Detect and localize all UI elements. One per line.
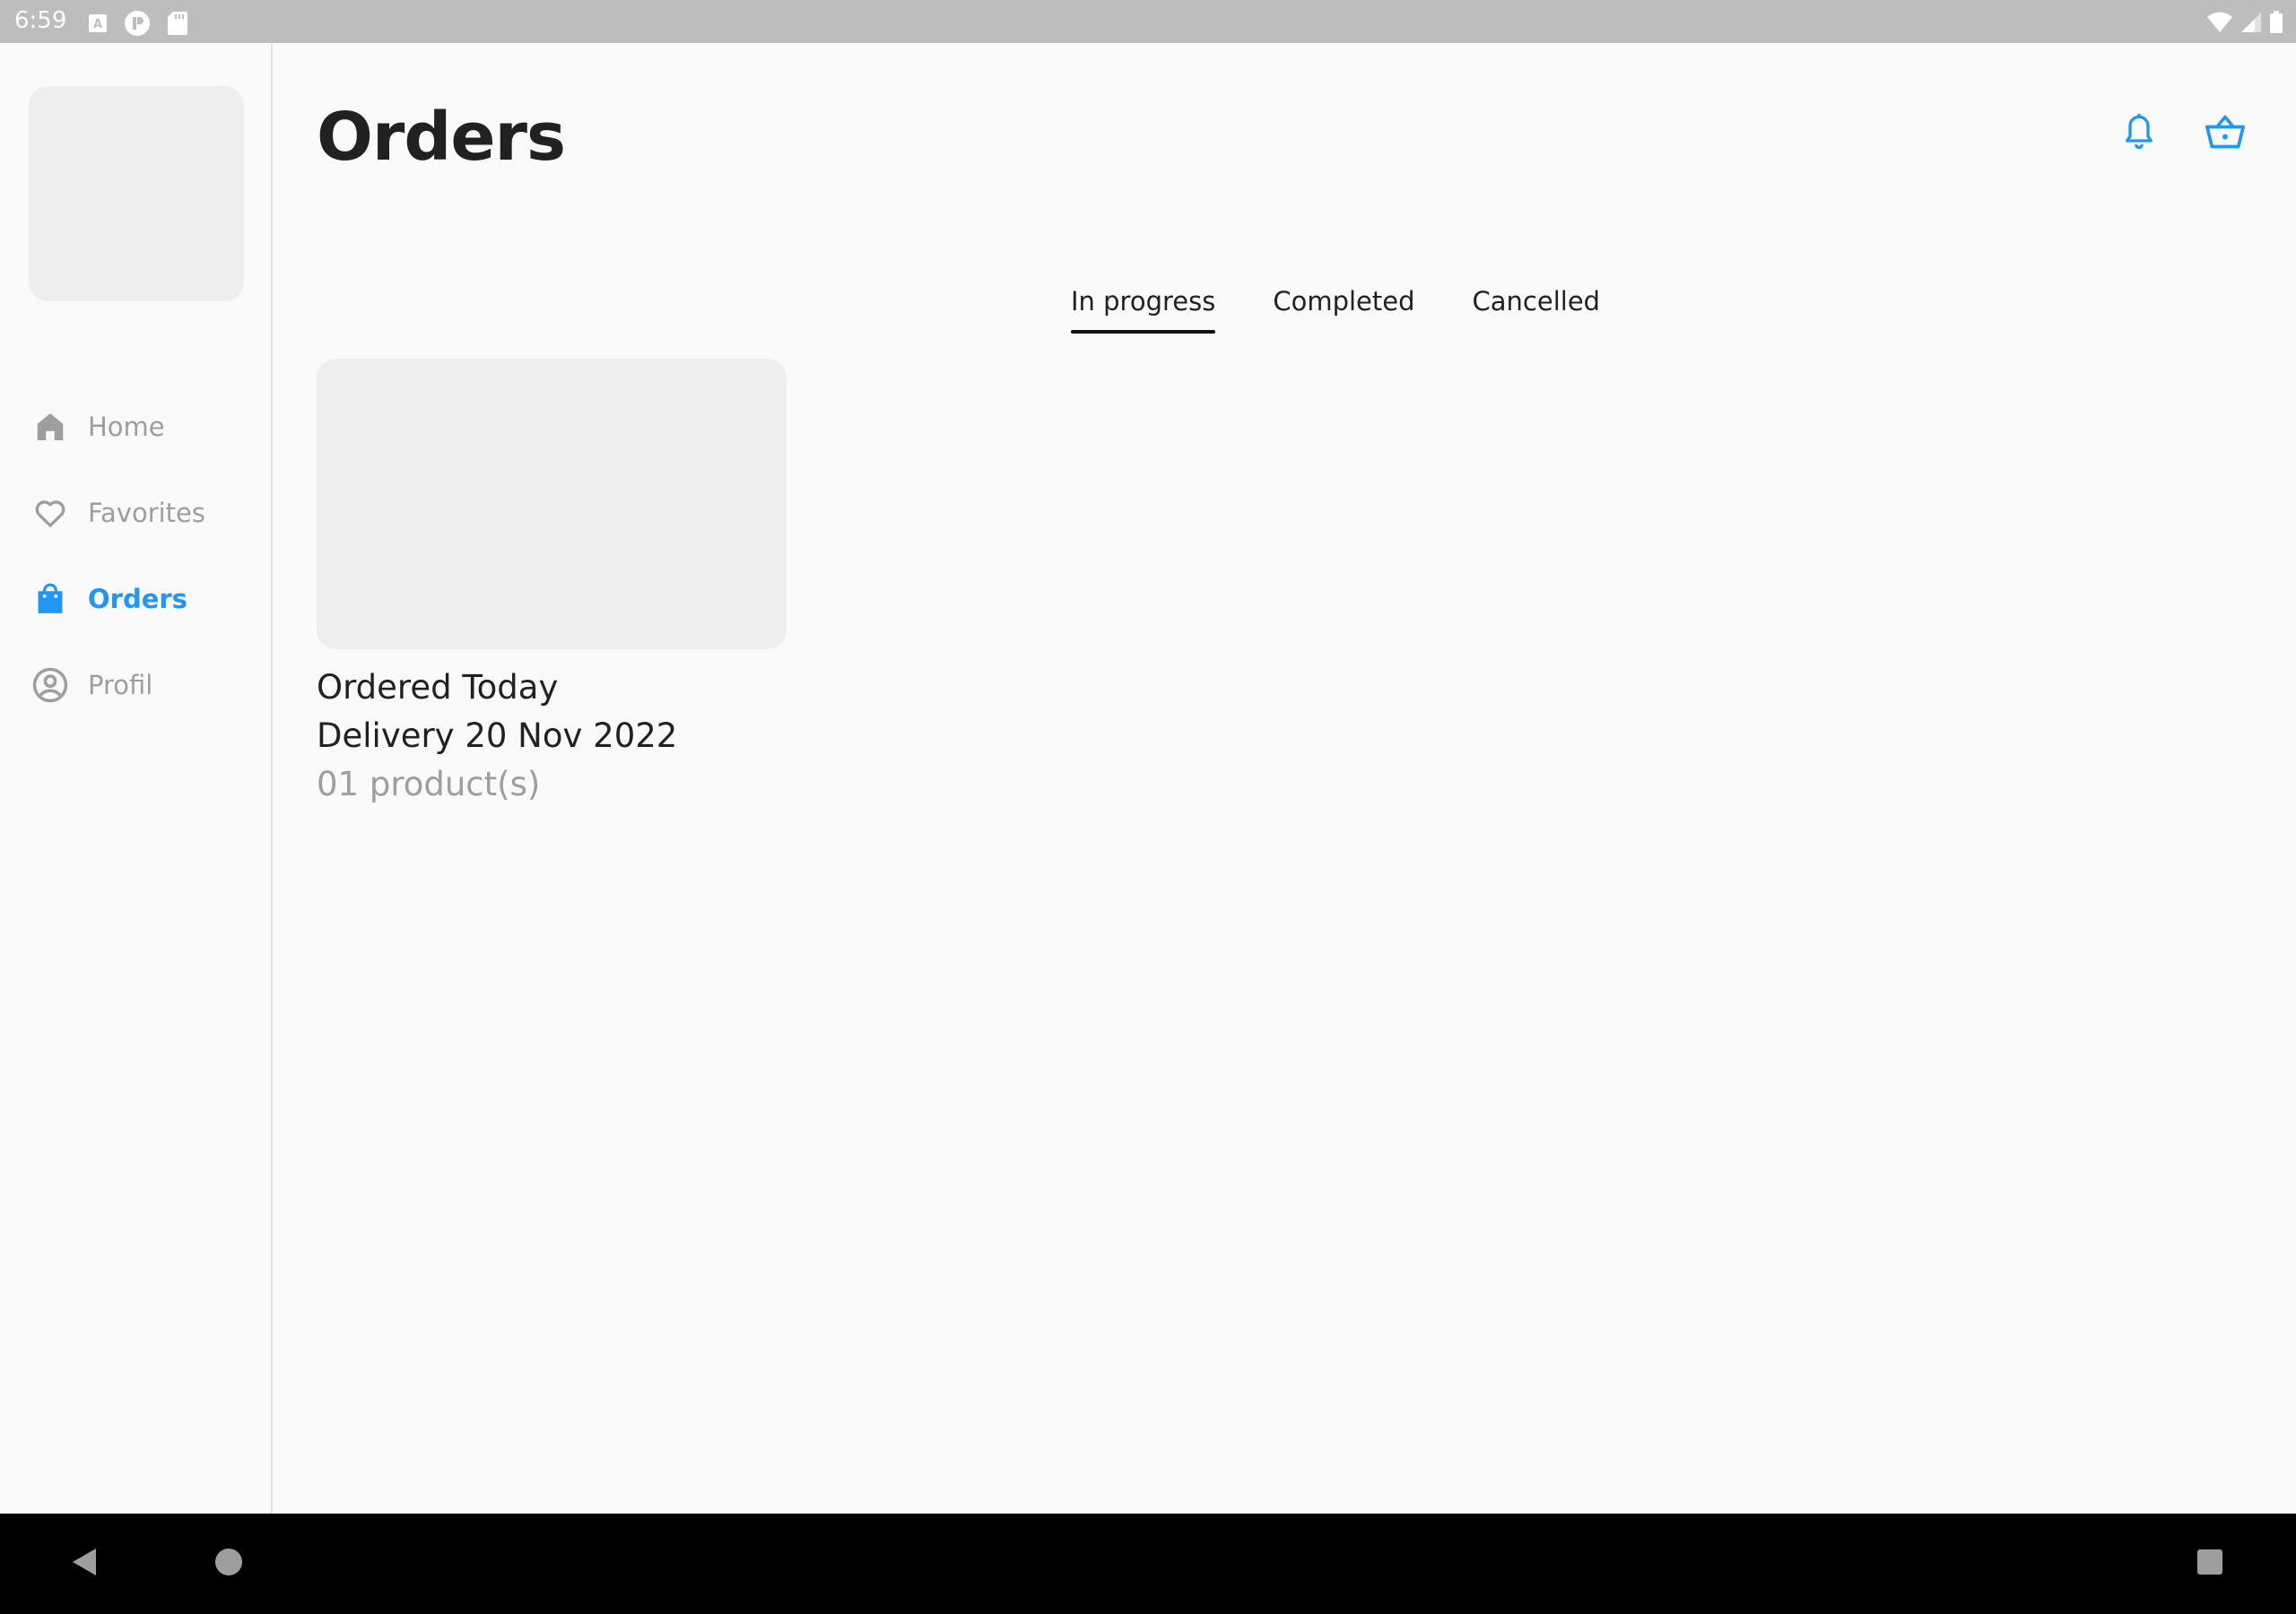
basket-icon [2204,112,2247,156]
sidebar-item-label: Profil [88,670,153,700]
main-content: Orders In progress Completed Cancelled O… [274,43,2296,1514]
sidebar-item-label: Home [88,412,165,442]
sidebar-item-label: Orders [88,584,187,614]
order-product-count: 01 product(s) [317,765,541,803]
battery-icon [2269,11,2283,39]
header-actions [2117,111,2248,156]
cart-button[interactable] [2203,111,2248,156]
signal-icon [2240,12,2262,38]
status-time: 6:59 [14,7,67,34]
status-system-icons [2206,11,2283,39]
tab-in-progress[interactable]: In progress [1042,246,1244,357]
recents-square-icon [2196,1549,2223,1580]
sidebar-item-profil[interactable]: Profil [0,642,271,728]
back-triangle-icon [71,1547,98,1582]
recents-button[interactable] [2160,1514,2260,1614]
sidebar-nav: Home Favorites Orders Profil [0,384,271,728]
sidebar: Home Favorites Orders Profil [0,43,273,1514]
tab-cancelled[interactable]: Cancelled [1444,246,1630,357]
sidebar-item-label: Favorites [88,498,205,528]
system-navigation-bar [0,1514,2296,1614]
bell-icon [2121,112,2157,156]
app-logo-placeholder [29,86,244,301]
wifi-icon [2206,12,2233,38]
keyboard-a-icon: A [88,13,108,38]
tab-completed[interactable]: Completed [1244,246,1443,357]
order-card[interactable]: Ordered Today Delivery 20 Nov 2022 01 pr… [317,359,787,809]
home-nav-button[interactable] [178,1514,279,1614]
sidebar-item-home[interactable]: Home [0,384,271,470]
home-icon [30,407,70,447]
order-image-placeholder [317,359,787,649]
sidebar-item-orders[interactable]: Orders [0,556,271,642]
app-circle-icon [124,10,151,41]
sidebar-item-favorites[interactable]: Favorites [0,470,271,556]
order-delivery-date: Delivery 20 Nov 2022 [317,716,678,755]
account-circle-icon [30,665,70,705]
back-button[interactable] [34,1514,135,1614]
order-status-tabs: In progress Completed Cancelled [1042,246,1629,357]
svg-text:A: A [93,18,102,31]
status-bar: 6:59 A [0,0,2296,43]
notifications-button[interactable] [2117,111,2161,156]
heart-icon [30,493,70,533]
sd-card-icon [167,11,188,40]
status-notification-icons: A [88,10,188,41]
shopping-bag-icon [30,579,70,619]
order-date: Ordered Today [317,668,559,707]
home-circle-icon [214,1548,243,1581]
page-title: Orders [317,99,566,176]
